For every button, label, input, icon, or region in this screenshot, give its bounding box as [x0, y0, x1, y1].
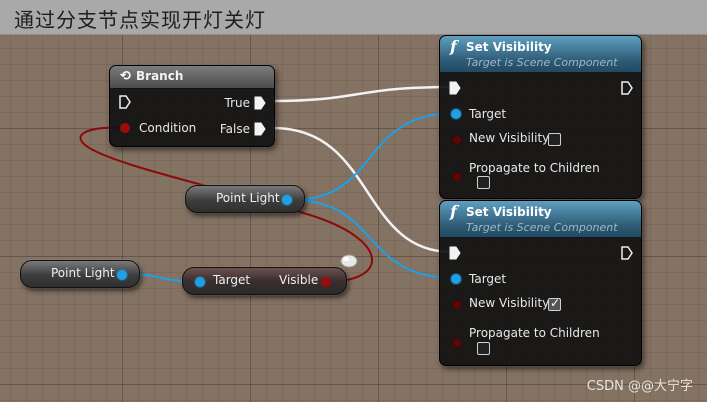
- set-visibility-1-header[interactable]: f Set Visibility Target is Scene Compone…: [440, 36, 641, 73]
- set-visibility-1-propagate-label: Propagate to Children: [469, 161, 600, 175]
- set-visibility-node-1[interactable]: f Set Visibility Target is Scene Compone…: [439, 35, 642, 199]
- set-visibility-2-subtitle: Target is Scene Component: [466, 221, 618, 234]
- object-wire-target-1[interactable]: [291, 112, 456, 201]
- branch-node-header[interactable]: ⟲ Branch: [110, 66, 274, 89]
- function-icon: f: [450, 202, 457, 221]
- set-visibility-1-propagate-pin[interactable]: [452, 172, 462, 182]
- branch-node[interactable]: ⟲ Branch True Condition False: [109, 65, 275, 147]
- visible-getter-target-label: Target: [213, 273, 251, 287]
- visible-getter-node[interactable]: Target Visible: [182, 267, 347, 295]
- set-visibility-1-subtitle: Target is Scene Component: [466, 56, 618, 69]
- set-visibility-2-target-label: Target: [469, 272, 507, 286]
- point-light-node-1[interactable]: Point Light: [185, 185, 305, 213]
- point-light-node-2-output-pin[interactable]: [117, 270, 127, 280]
- set-visibility-1-target-pin[interactable]: [451, 109, 461, 119]
- set-visibility-2-propagate-label: Propagate to Children: [469, 326, 600, 340]
- set-visibility-2-propagate-pin[interactable]: [452, 338, 462, 348]
- set-visibility-2-new-visibility-pin[interactable]: [452, 300, 462, 310]
- branch-icon: ⟲: [120, 69, 131, 84]
- branch-true-label: True: [224, 96, 251, 110]
- set-visibility-1-new-visibility-label: New Visibility: [469, 131, 550, 145]
- set-visibility-1-propagate-checkbox[interactable]: [477, 176, 490, 189]
- set-visibility-1-title: Set Visibility: [466, 40, 552, 54]
- point-light-node-2[interactable]: Point Light: [20, 260, 140, 288]
- comment-bubble-icon: [340, 254, 358, 268]
- visible-getter-target-pin[interactable]: [195, 277, 205, 287]
- visible-getter-visible-label: Visible: [279, 273, 319, 287]
- exec-wire-true[interactable]: [272, 85, 453, 103]
- function-icon: f: [450, 37, 457, 56]
- set-visibility-2-new-visibility-label: New Visibility: [469, 296, 550, 310]
- point-light-node-1-label: Point Light: [216, 191, 280, 205]
- point-light-node-1-output-pin[interactable]: [282, 195, 292, 205]
- set-visibility-2-exec-in-pin-icon[interactable]: [449, 246, 461, 260]
- branch-condition-pin[interactable]: [120, 123, 130, 133]
- branch-condition-label: Condition: [139, 121, 197, 135]
- visible-getter-visible-pin[interactable]: [321, 277, 331, 287]
- branch-exec-in-pin-icon[interactable]: [119, 95, 131, 109]
- set-visibility-2-new-visibility-checkbox[interactable]: ✓: [548, 296, 561, 311]
- point-light-node-2-label: Point Light: [51, 266, 115, 280]
- branch-node-title: Branch: [136, 69, 184, 83]
- branch-false-pin-icon[interactable]: [254, 122, 266, 136]
- branch-true-pin-icon[interactable]: [254, 96, 266, 110]
- set-visibility-1-exec-in-pin-icon[interactable]: [449, 81, 461, 95]
- checkmark-icon: ✓: [550, 296, 561, 310]
- set-visibility-1-new-visibility-pin[interactable]: [452, 135, 462, 145]
- set-visibility-2-target-pin[interactable]: [451, 274, 461, 284]
- branch-false-label: False: [219, 122, 250, 136]
- set-visibility-node-2[interactable]: f Set Visibility Target is Scene Compone…: [439, 200, 642, 366]
- set-visibility-2-exec-out-pin-icon[interactable]: [621, 246, 633, 260]
- watermark: CSDN @@大宁字: [586, 379, 693, 394]
- set-visibility-2-propagate-checkbox[interactable]: [477, 342, 490, 355]
- set-visibility-1-target-label: Target: [469, 107, 507, 121]
- set-visibility-1-new-visibility-checkbox[interactable]: [548, 133, 561, 146]
- set-visibility-2-title: Set Visibility: [466, 205, 552, 219]
- set-visibility-1-exec-out-pin-icon[interactable]: [621, 81, 633, 95]
- set-visibility-2-header[interactable]: f Set Visibility Target is Scene Compone…: [440, 201, 641, 238]
